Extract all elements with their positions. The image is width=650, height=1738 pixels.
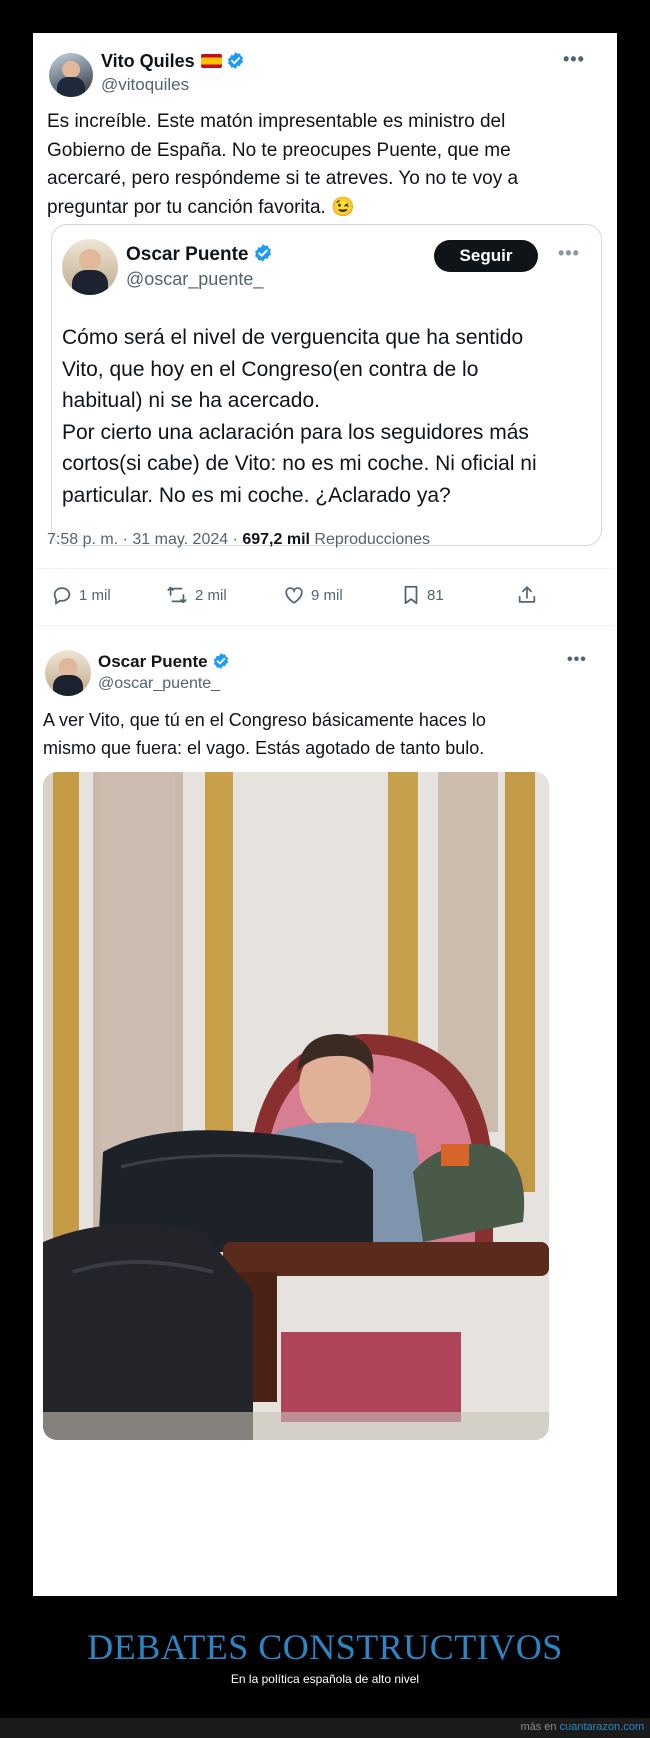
tweet-text-line: Es increíble. Este matón impresentable e… <box>47 111 506 132</box>
avatar-body <box>56 77 86 97</box>
author-handle[interactable]: @vitoquiles <box>101 75 189 95</box>
avatar-oscar-puente[interactable] <box>45 650 91 696</box>
verified-badge-icon <box>227 52 243 69</box>
views-label: Reproducciones <box>314 531 431 548</box>
quoted-text-line: habitual) ni se ha acercado. <box>62 389 320 412</box>
divider <box>35 568 615 569</box>
like-button[interactable]: 9 mil <box>283 583 343 607</box>
retweet-icon <box>167 586 187 604</box>
meme-title: DEBATES CONSTRUCTIVOS <box>87 1627 563 1667</box>
footer-site-link[interactable]: cuantarazon.com <box>560 1721 644 1733</box>
like-count: 9 mil <box>311 586 343 604</box>
tweet-text-line: Gobierno de España. No te preocupes Puen… <box>47 139 511 161</box>
author-handle[interactable]: @oscar_puente_ <box>98 675 220 693</box>
quoted-author-name[interactable]: Oscar Puente <box>126 243 273 266</box>
bookmark-icon <box>404 585 418 605</box>
more-options-icon[interactable]: ••• <box>563 49 585 70</box>
more-options-icon[interactable]: ••• <box>567 651 587 669</box>
tweet-text: A ver Vito, que tú en el Congreso básica… <box>43 706 609 762</box>
quoted-text-line: cortos(si cabe) de Vito: no es mi coche.… <box>62 452 537 475</box>
views-count: 697,2 mil <box>242 531 310 548</box>
tweet-photo[interactable] <box>43 772 549 1440</box>
quoted-text-line: Por cierto una aclaración para los segui… <box>62 420 529 444</box>
author-name[interactable]: Oscar Puente <box>98 652 230 672</box>
retweet-button[interactable]: 2 mil <box>165 583 227 607</box>
quoted-text-line: particular. No es mi coche. ¿Aclarado ya… <box>62 483 451 507</box>
tweet-text-line: acercaré, pero respóndeme si te atreves.… <box>47 168 519 189</box>
bookmark-button[interactable]: 81 <box>401 583 444 607</box>
timestamp[interactable]: 7:58 p. m. · 31 may. 2024 · <box>47 531 238 548</box>
verified-badge-icon <box>213 653 228 669</box>
meme-frame: Vito Quiles @vitoquiles ••• Es increíble… <box>33 33 617 1596</box>
quoted-tweet-text: Cómo será el nivel de verguencita que ha… <box>62 322 592 511</box>
tweet-text-line: mismo que fuera: el vago. Estás agotado … <box>43 738 485 758</box>
avatar-vito-quiles[interactable] <box>49 53 93 97</box>
author-name-text: Oscar Puente <box>98 652 208 671</box>
tweet-text-line: preguntar por tu canción favorita. 😉 <box>47 196 355 218</box>
quoted-text-line: Vito, que hoy en el Congreso(en contra d… <box>62 357 479 381</box>
meme-subtitle: En la política española de alto nivel <box>230 1672 420 1686</box>
footer-prefix: más en <box>520 1721 557 1733</box>
tweet-meta: 7:58 p. m. · 31 may. 2024 · 697,2 mil Re… <box>47 531 430 549</box>
bookmark-count: 81 <box>427 586 444 604</box>
divider <box>35 625 615 626</box>
share-button[interactable] <box>516 583 544 607</box>
heart-icon <box>285 587 303 604</box>
spain-flag-icon <box>200 54 222 68</box>
share-icon <box>518 586 536 603</box>
quoted-text-line: Cómo será el nivel de verguencita que ha… <box>62 326 524 349</box>
reply-count: 1 mil <box>79 586 111 604</box>
more-options-icon[interactable]: ••• <box>558 243 580 264</box>
reply-button[interactable]: 1 mil <box>51 583 111 607</box>
reply-icon <box>53 587 71 605</box>
quoted-author-name-text: Oscar Puente <box>126 244 249 265</box>
footer-bar: más en cuantarazon.com <box>0 1718 650 1738</box>
footer-text: más en cuantarazon.com <box>520 1721 644 1733</box>
quoted-tweet[interactable]: Oscar Puente @oscar_puente_ Seguir ••• C… <box>51 224 602 546</box>
author-name[interactable]: Vito Quiles <box>101 51 245 72</box>
tweet-text-line: A ver Vito, que tú en el Congreso básica… <box>43 710 486 730</box>
tweet-text: Es increíble. Este matón impresentable e… <box>47 108 607 222</box>
quoted-author-handle[interactable]: @oscar_puente_ <box>126 269 263 290</box>
avatar-face <box>62 60 80 78</box>
avatar-body <box>72 269 108 295</box>
follow-button[interactable]: Seguir <box>434 240 538 272</box>
avatar-face <box>58 658 78 676</box>
retweet-count: 2 mil <box>195 586 227 604</box>
avatar-oscar-puente[interactable] <box>62 239 118 295</box>
author-name-text: Vito Quiles <box>101 51 195 71</box>
photo-sleeping-man-in-congress <box>43 772 549 1440</box>
verified-badge-icon <box>254 244 271 262</box>
avatar-body <box>53 675 83 696</box>
avatar-face <box>78 249 102 271</box>
